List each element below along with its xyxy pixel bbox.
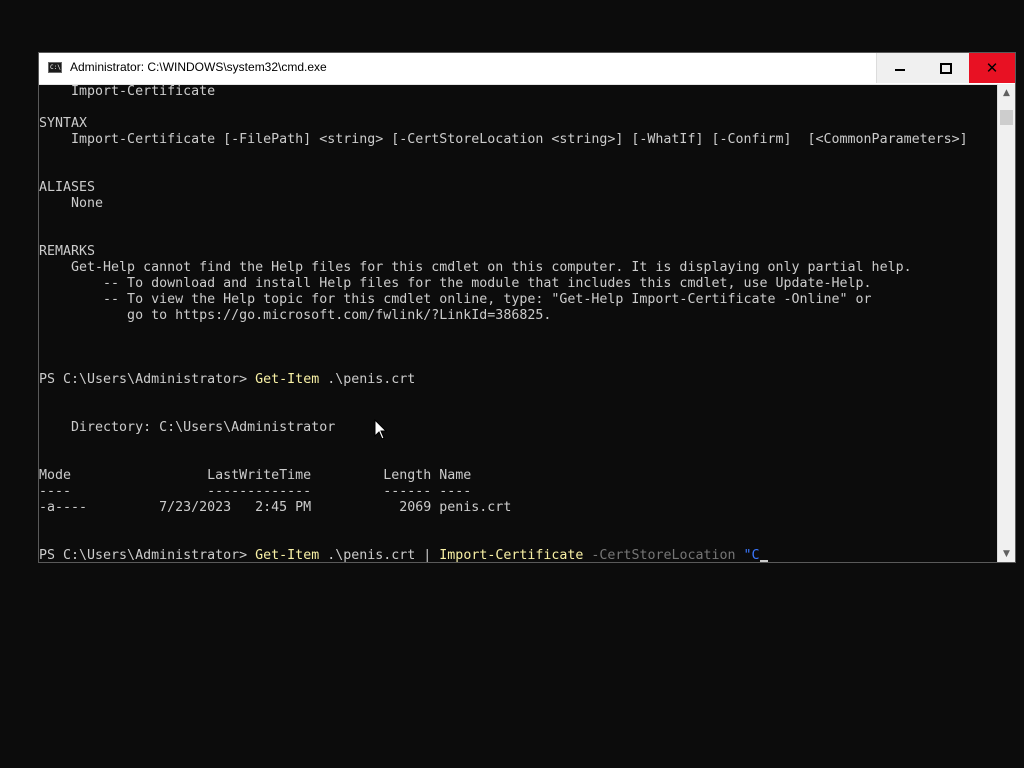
command-token: Get-Item xyxy=(255,548,320,562)
argument-token: .\penis.crt xyxy=(319,372,416,387)
console-line: REMARKS xyxy=(39,244,96,259)
maximize-button[interactable] xyxy=(923,53,969,83)
parameter-token: -CertStoreLocation xyxy=(583,548,744,562)
console-line: -- To download and install Help files fo… xyxy=(39,276,872,291)
console-line: Get-Help cannot find the Help files for … xyxy=(39,260,912,275)
console-line: -- To view the Help topic for this cmdle… xyxy=(39,292,872,307)
cmd-window: C:\ Administrator: C:\WINDOWS\system32\c… xyxy=(38,52,1016,563)
table-divider: ---- ------------- ------ ---- xyxy=(39,484,472,499)
string-token: "C xyxy=(743,548,760,562)
prompt-text: PS C:\Users\Administrator> xyxy=(39,372,256,387)
close-icon: ✕ xyxy=(985,59,999,77)
scroll-down-icon[interactable]: ▼ xyxy=(998,545,1015,562)
vertical-scrollbar[interactable]: ▲ ▼ xyxy=(997,84,1015,562)
title-bar[interactable]: C:\ Administrator: C:\WINDOWS\system32\c… xyxy=(39,53,1015,85)
prompt-line-current[interactable]: PS C:\Users\Administrator> Get-Item .\pe… xyxy=(39,548,768,562)
console-line: SYNTAX xyxy=(39,116,88,131)
prompt-line-get-item: PS C:\Users\Administrator> Get-Item .\pe… xyxy=(39,372,415,388)
mouse-pointer-icon xyxy=(374,419,388,440)
window-title: Administrator: C:\WINDOWS\system32\cmd.e… xyxy=(70,60,327,74)
argument-token: .\penis.crt | xyxy=(319,548,440,562)
console-line: Import-Certificate xyxy=(39,84,216,99)
cmd-app-icon[interactable]: C:\ xyxy=(48,62,62,73)
directory-header: Directory: C:\Users\Administrator xyxy=(39,420,336,435)
console-line: None xyxy=(39,196,104,211)
command-token: Get-Item xyxy=(255,372,320,387)
console-line: ALIASES xyxy=(39,180,96,195)
text-cursor xyxy=(759,560,768,562)
maximize-icon xyxy=(940,62,952,74)
scrollbar-thumb[interactable] xyxy=(1000,110,1013,125)
minimize-button[interactable] xyxy=(876,53,923,83)
table-row: -a---- 7/23/2023 2:45 PM 2069 penis.crt xyxy=(39,500,512,515)
console-output[interactable]: Import-Certificate SYNTAX Import-Certifi… xyxy=(39,84,999,562)
scroll-up-icon[interactable]: ▲ xyxy=(998,84,1015,101)
console-line: go to https://go.microsoft.com/fwlink/?L… xyxy=(39,308,552,323)
table-header: Mode LastWriteTime Length Name xyxy=(39,468,472,483)
minimize-icon xyxy=(895,69,905,71)
close-button[interactable]: ✕ xyxy=(969,53,1015,83)
prompt-text: PS C:\Users\Administrator> xyxy=(39,548,256,562)
command-token: Import-Certificate xyxy=(439,548,584,562)
console-line: Import-Certificate [-FilePath] <string> … xyxy=(39,132,968,147)
